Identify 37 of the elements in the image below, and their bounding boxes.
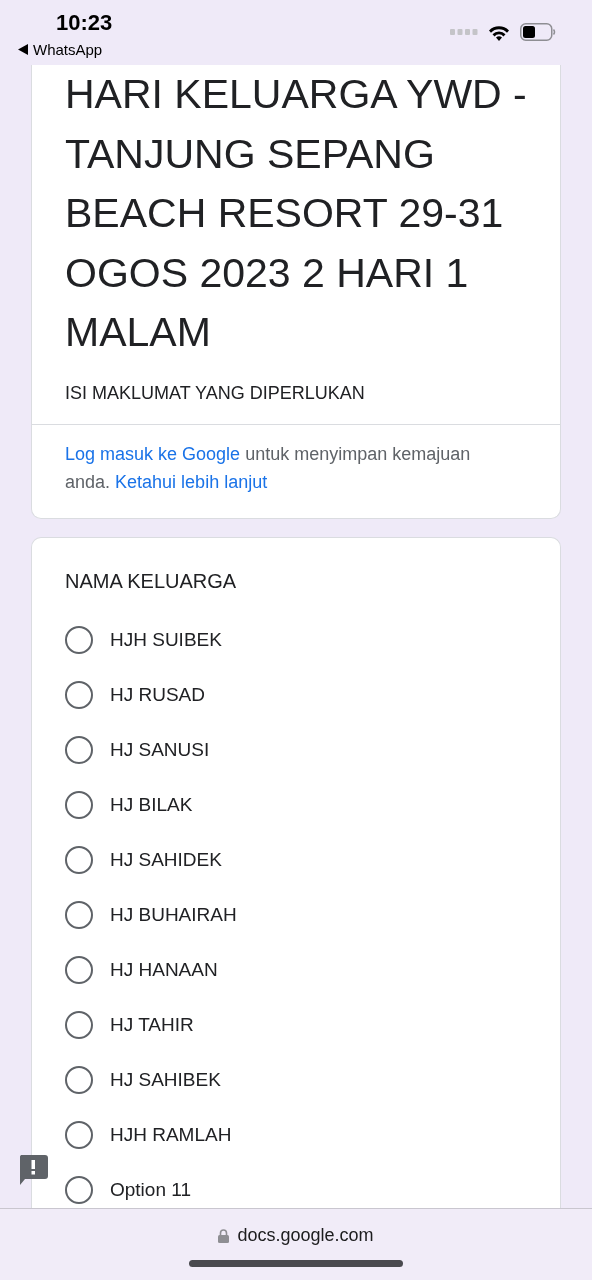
option-label[interactable]: HJ SAHIBEK — [110, 1069, 221, 1091]
wifi-icon — [488, 23, 510, 41]
question-title: NAMA KELUARGA — [65, 569, 238, 593]
lock-icon — [218, 1228, 230, 1243]
radio-button[interactable] — [65, 1066, 93, 1094]
signal-icon — [450, 29, 478, 35]
form-title: HARI KELUARGA YWD - TANJUNG SEPANG BEACH RESORT 29-31 OGOS 2023 2 HARI 1 MALAM — [65, 70, 527, 357]
radio-button[interactable] — [65, 846, 93, 874]
option-label[interactable]: HJ BILAK — [110, 794, 193, 816]
radio-button[interactable] — [65, 1176, 93, 1204]
feedback-icon[interactable] — [18, 1155, 48, 1185]
back-icon[interactable] — [18, 44, 28, 55]
link[interactable]: Ketahui lebih lanjut — [115, 471, 268, 492]
radio-button[interactable] — [65, 626, 93, 654]
radio-button[interactable] — [65, 791, 93, 819]
radio-button[interactable] — [65, 1011, 93, 1039]
link[interactable]: Log masuk ke Google — [65, 443, 241, 464]
option-label[interactable]: HJH RAMLAH — [110, 1124, 232, 1146]
option-label[interactable]: Option 11 — [110, 1179, 191, 1201]
option-label[interactable]: HJ BUHAIRAH — [110, 904, 237, 926]
option-label[interactable]: HJ HANAAN — [110, 959, 218, 981]
clock-time: 10:23 — [56, 10, 113, 36]
radio-button[interactable] — [65, 1121, 93, 1149]
signin-notice: Log masuk ke Google untuk menyimpan kemajuan anda. Ketahui lebih lanjut — [64, 442, 472, 494]
radio-button[interactable] — [65, 956, 93, 984]
form-description: ISI MAKLUMAT YANG DIPERLUKAN — [65, 382, 366, 404]
radio-button[interactable] — [65, 901, 93, 929]
option-label[interactable]: HJH SUIBEK — [110, 629, 222, 651]
battery-icon — [520, 23, 556, 41]
back-app-link[interactable]: WhatsApp — [33, 41, 103, 58]
option-label[interactable]: HJ RUSAD — [110, 684, 205, 706]
option-label[interactable]: HJ SANUSI — [110, 739, 210, 761]
option-label[interactable]: HJ TAHIR — [110, 1014, 194, 1036]
option-label[interactable]: HJ SAHIDEK — [110, 849, 222, 871]
radio-button[interactable] — [65, 681, 93, 709]
radio-button[interactable] — [65, 736, 93, 764]
url-text[interactable]: docs.google.com — [237, 1225, 374, 1246]
